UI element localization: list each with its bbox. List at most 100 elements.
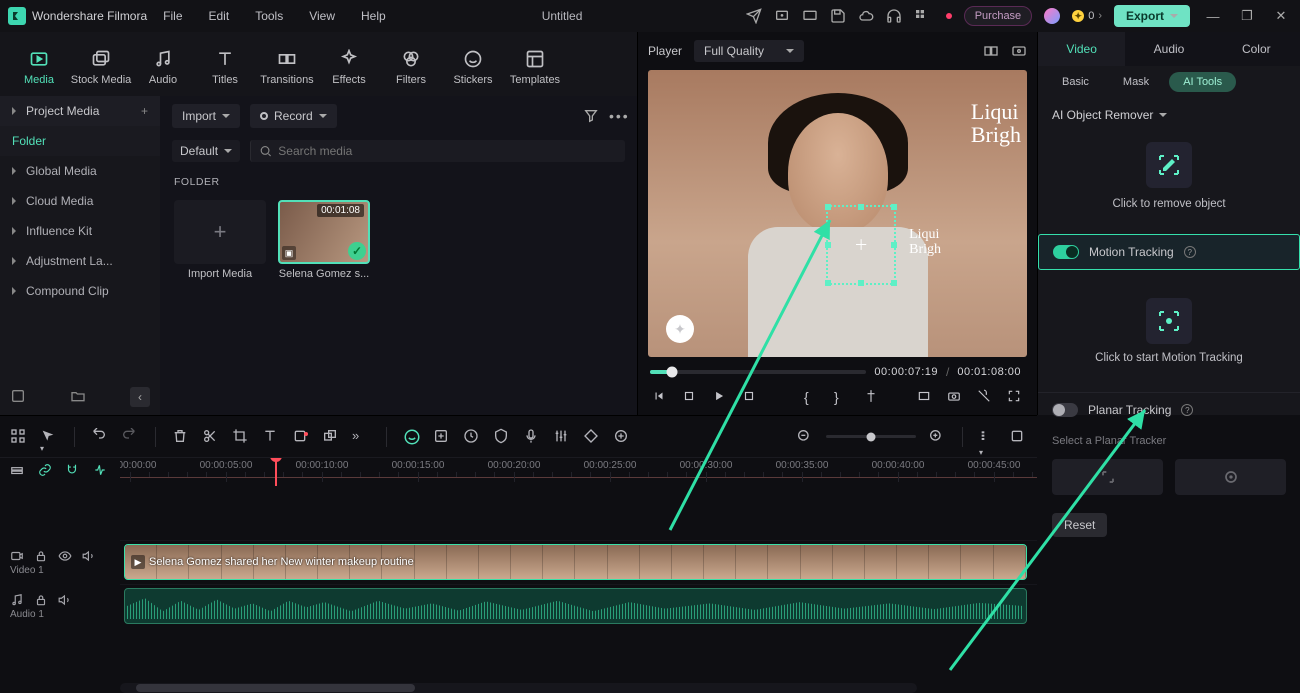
import-button[interactable]: Import xyxy=(172,104,240,128)
headphones-icon[interactable] xyxy=(886,8,902,24)
tab-color[interactable]: Color xyxy=(1213,32,1300,66)
next-frame-icon[interactable] xyxy=(742,389,758,405)
quality-dropdown[interactable]: Full Quality xyxy=(694,40,804,62)
tab-titles[interactable]: Titles xyxy=(194,42,256,86)
planar-tracker-option-a[interactable] xyxy=(1052,459,1163,495)
sidebar-item-global-media[interactable]: Global Media xyxy=(0,156,160,186)
mark-in-icon[interactable]: { xyxy=(804,389,820,405)
sidebar-item-cloud-media[interactable]: Cloud Media xyxy=(0,186,160,216)
audio-clip[interactable] xyxy=(124,588,1027,624)
voiceover-icon[interactable] xyxy=(977,389,993,405)
bin-icon[interactable] xyxy=(10,388,28,406)
timeline-ruler[interactable]: 00:00:00:0000:00:05:0000:00:10:0000:00:1… xyxy=(120,458,1037,486)
tl-view-icon[interactable]: ▾ xyxy=(979,428,997,446)
tab-stickers[interactable]: Stickers xyxy=(442,42,504,86)
tl-enhance-icon[interactable] xyxy=(433,428,451,446)
motion-tracking-row[interactable]: Motion Tracking ? xyxy=(1038,234,1300,270)
lock-icon[interactable] xyxy=(34,593,48,607)
zoom-out-icon[interactable] xyxy=(796,428,814,446)
purchase-button[interactable]: Purchase xyxy=(964,6,1032,26)
timeline-horizontal-scrollbar[interactable] xyxy=(120,683,917,693)
ai-speech-icon[interactable] xyxy=(403,428,421,446)
prev-frame-icon[interactable] xyxy=(652,389,668,405)
import-media-card[interactable]: + Import Media xyxy=(174,200,266,280)
screen-icon[interactable] xyxy=(802,8,818,24)
video-clip[interactable]: ▶ Selena Gomez shared her New winter mak… xyxy=(124,544,1027,580)
record-button[interactable]: Record xyxy=(250,104,337,128)
zoom-slider[interactable] xyxy=(826,435,916,438)
subtab-mask[interactable]: Mask xyxy=(1109,72,1163,92)
window-minimize-icon[interactable]: — xyxy=(1202,9,1224,24)
tl-grid-icon[interactable] xyxy=(10,428,28,446)
play-icon[interactable] xyxy=(712,389,728,405)
redo-icon[interactable] xyxy=(121,428,139,446)
save-icon[interactable] xyxy=(830,8,846,24)
subtab-basic[interactable]: Basic xyxy=(1048,72,1103,92)
sidebar-item-adjustment-layer[interactable]: Adjustment La... xyxy=(0,246,160,276)
tab-transitions[interactable]: Transitions xyxy=(256,42,318,86)
device-icon[interactable] xyxy=(774,8,790,24)
add-icon[interactable]: + xyxy=(141,104,148,118)
tl-magnet-icon[interactable] xyxy=(65,463,83,481)
tl-snap-icon[interactable] xyxy=(93,463,111,481)
sort-dropdown[interactable]: Default xyxy=(172,140,240,162)
fullscreen-icon[interactable] xyxy=(1007,389,1023,405)
tab-templates[interactable]: Templates xyxy=(504,42,566,86)
stop-icon[interactable] xyxy=(682,389,698,405)
more-tools-icon[interactable]: » xyxy=(352,428,370,446)
help-icon[interactable]: ? xyxy=(1184,246,1196,258)
tab-filters[interactable]: Filters xyxy=(380,42,442,86)
new-folder-icon[interactable] xyxy=(70,388,88,406)
mute-icon[interactable] xyxy=(82,549,96,563)
mute-icon[interactable] xyxy=(58,593,72,607)
subtab-ai-tools[interactable]: AI Tools xyxy=(1169,72,1236,92)
credits-badge[interactable]: ✦ 0 › xyxy=(1072,10,1102,22)
export-button[interactable]: Export xyxy=(1114,5,1190,27)
reset-button[interactable]: Reset xyxy=(1052,513,1107,537)
start-motion-tracking-button[interactable] xyxy=(1146,298,1192,344)
media-sidebar-header[interactable]: Project Media + xyxy=(0,96,160,126)
tl-track-add-icon[interactable] xyxy=(10,463,28,481)
tl-link-icon[interactable] xyxy=(38,463,56,481)
tl-settings-icon[interactable] xyxy=(1009,428,1027,446)
scrub-bar[interactable] xyxy=(650,370,866,374)
audio-track-header[interactable]: Audio 1 xyxy=(0,584,120,628)
menu-file[interactable]: File xyxy=(153,5,192,27)
collapse-sidebar-icon[interactable]: ‹ xyxy=(130,387,150,407)
sidebar-item-folder[interactable]: Folder xyxy=(0,126,160,156)
more-icon[interactable]: ••• xyxy=(609,108,625,124)
tl-pointer-icon[interactable]: ▾ xyxy=(40,428,58,446)
tab-effects[interactable]: Effects xyxy=(318,42,380,86)
crop-icon[interactable] xyxy=(232,428,250,446)
menu-view[interactable]: View xyxy=(299,5,345,27)
window-close-icon[interactable]: ✕ xyxy=(1270,8,1292,24)
text-icon[interactable] xyxy=(262,428,280,446)
mark-out-icon[interactable]: } xyxy=(834,389,850,405)
planar-tracker-option-b[interactable] xyxy=(1175,459,1286,495)
planar-tracking-toggle[interactable] xyxy=(1052,403,1078,417)
sidebar-item-influence-kit[interactable]: Influence Kit xyxy=(0,216,160,246)
send-icon[interactable] xyxy=(746,8,762,24)
zoom-in-icon[interactable] xyxy=(928,428,946,446)
eye-icon[interactable] xyxy=(58,549,72,563)
tl-record-icon[interactable] xyxy=(292,428,310,446)
apps-icon[interactable] xyxy=(914,8,930,24)
help-icon[interactable]: ? xyxy=(1181,404,1193,416)
preview-viewport[interactable]: Liqui Brigh Liqui Brigh ✦ ＋ xyxy=(648,70,1027,357)
tab-media[interactable]: Media xyxy=(8,42,70,86)
menu-help[interactable]: Help xyxy=(351,5,396,27)
tab-audio[interactable]: Audio xyxy=(132,42,194,86)
planar-tracking-row[interactable]: Planar Tracking ? xyxy=(1038,392,1300,427)
marker-icon[interactable] xyxy=(864,389,880,405)
cloud-icon[interactable] xyxy=(858,8,874,24)
filter-icon[interactable] xyxy=(583,108,599,124)
split-icon[interactable] xyxy=(202,428,220,446)
media-clip-card[interactable]: 00:01:08 ▣ ✓ Selena Gomez s... xyxy=(278,200,370,280)
search-input[interactable] xyxy=(250,140,625,162)
playhead[interactable] xyxy=(275,458,277,486)
lock-icon[interactable] xyxy=(34,549,48,563)
tl-keyframe-icon[interactable] xyxy=(583,428,601,446)
tab-stock-media[interactable]: Stock Media xyxy=(70,42,132,86)
tl-speed-icon[interactable] xyxy=(463,428,481,446)
delete-icon[interactable] xyxy=(172,428,190,446)
